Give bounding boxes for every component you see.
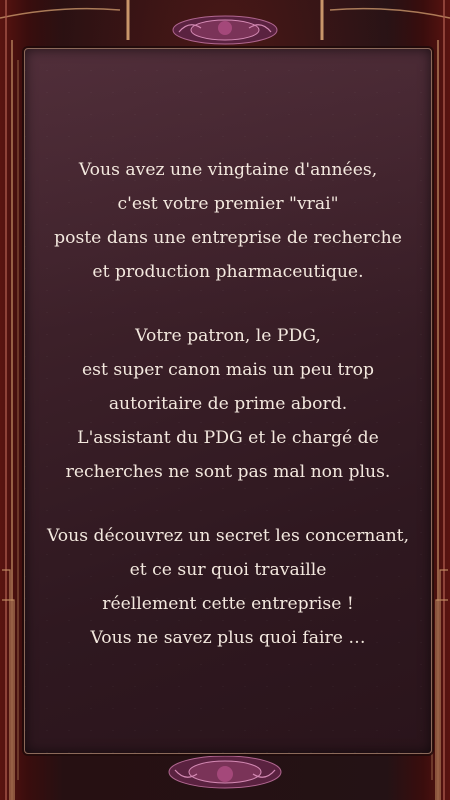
story-line: L'assistant du PDG et le chargé de <box>77 428 379 448</box>
story-line: est super canon mais un peu trop <box>81 360 375 380</box>
story-line: autoritaire de prime abord. <box>108 394 348 414</box>
story-paragraph-1: Vous avez une vingtaine d'années, c'est … <box>25 153 431 289</box>
story-line: et ce sur quoi travaille <box>129 560 327 580</box>
story-line: Vous avez une vingtaine d'années, <box>78 160 378 180</box>
story-line: c'est votre premier "vrai" <box>117 194 339 214</box>
story-paragraph-3: Vous découvrez un secret les concernant,… <box>25 519 431 655</box>
story-panel: Vous avez une vingtaine d'années, c'est … <box>24 48 432 754</box>
story-line: recherches ne sont pas mal non plus. <box>65 462 391 482</box>
story-line: réellement cette entreprise ! <box>102 594 354 614</box>
story-line: Vous ne savez plus quoi faire … <box>90 628 366 648</box>
story-line: poste dans une entreprise de recherche <box>54 228 402 248</box>
story-line: Votre patron, le PDG, <box>135 326 321 346</box>
story-line: Vous découvrez un secret les concernant, <box>46 526 410 546</box>
top-ornament-icon <box>172 15 278 45</box>
story-paragraph-2: Votre patron, le PDG, est super canon ma… <box>25 319 431 489</box>
story-text: Vous avez une vingtaine d'années, c'est … <box>25 153 431 685</box>
story-line: et production pharmaceutique. <box>92 262 364 282</box>
bottom-ornament-icon <box>168 755 282 789</box>
story-screen[interactable]: Vous avez une vingtaine d'années, c'est … <box>0 0 450 800</box>
